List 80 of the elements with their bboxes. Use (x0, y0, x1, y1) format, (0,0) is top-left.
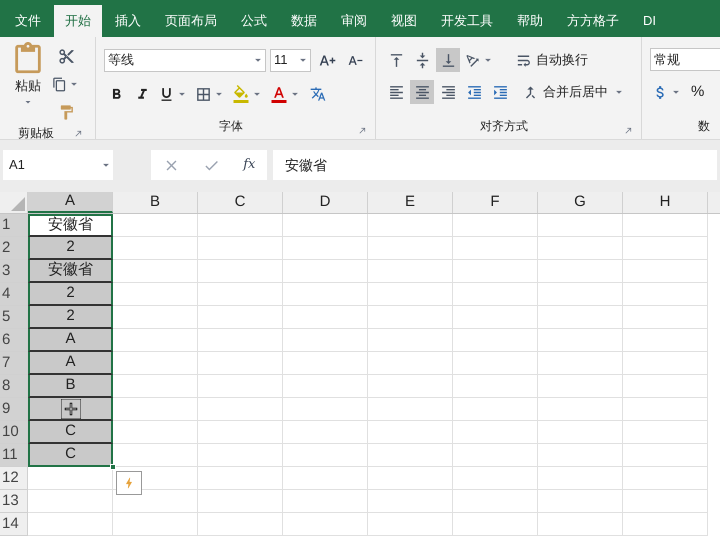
vertical-align-button[interactable] (436, 48, 460, 72)
row-header[interactable]: 3 (0, 260, 28, 283)
table-cell[interactable]: 2 (28, 237, 113, 260)
horizontal-align-button[interactable] (410, 80, 434, 104)
row-header[interactable]: 7 (0, 352, 28, 375)
table-cell[interactable]: 2 (28, 283, 113, 306)
align-lines-icon (388, 84, 404, 100)
ribbon-tab[interactable]: 视图 (380, 5, 428, 37)
row-header[interactable]: 8 (0, 375, 28, 398)
row-header[interactable]: 13 (0, 490, 28, 513)
row-header[interactable]: 5 (0, 306, 28, 329)
row-header[interactable]: 6 (0, 329, 28, 352)
ribbon-tab[interactable]: 帮助 (506, 5, 554, 37)
group-label: 剪贴板 (17, 125, 54, 142)
fill-handle[interactable] (110, 464, 116, 470)
ribbon-tab[interactable]: 方方格子 (556, 5, 630, 37)
ribbon-tab[interactable]: 数据 (280, 5, 328, 37)
quick-analysis-button[interactable] (116, 471, 142, 495)
table-cell[interactable]: 安徽省 (28, 260, 113, 283)
column-header[interactable]: D (283, 192, 368, 213)
column-header[interactable]: B (113, 192, 198, 213)
wrap-text-button[interactable]: 自动换行 (515, 48, 588, 72)
table-cell[interactable]: A (28, 352, 113, 375)
insert-function-button[interactable]: fx (243, 155, 256, 175)
phonetic-icon (310, 86, 326, 102)
column-header[interactable]: E (368, 192, 453, 213)
ribbon-tab[interactable]: 开始 (54, 5, 102, 37)
fill-bucket-icon (232, 85, 250, 103)
column-header[interactable]: G (538, 192, 623, 213)
column-header[interactable]: C (198, 192, 283, 213)
corner-triangle-icon (11, 197, 25, 211)
ribbon-tab[interactable]: 公式 (230, 5, 278, 37)
scissors-icon (58, 48, 75, 64)
font-name-field[interactable]: 等线 (104, 48, 266, 72)
table-cell[interactable]: 2 (28, 306, 113, 329)
ribbon-tab[interactable]: 文件 (4, 5, 52, 37)
dialog-launcher-icon (624, 126, 633, 135)
row-header[interactable]: 14 (0, 513, 28, 536)
group-label: 字体 (219, 118, 243, 135)
align-lines-icon (414, 84, 430, 100)
dialog-launcher-icon (358, 126, 367, 135)
table-cell[interactable]: C (28, 421, 113, 444)
row-header[interactable]: 11 (0, 444, 28, 467)
row-header[interactable]: 2 (0, 237, 28, 260)
borders-icon (195, 86, 212, 102)
copy-icon (52, 76, 67, 92)
group-label: 数 (698, 118, 710, 135)
merge-center-button[interactable]: 合并后居中 (522, 80, 626, 104)
row-header[interactable]: 9 (0, 398, 28, 421)
group-label: 对齐方式 (480, 118, 528, 135)
paste-button[interactable]: 粘贴 (10, 42, 46, 124)
ribbon-tab[interactable]: 开发工具 (430, 5, 504, 37)
formula-input[interactable]: 安徽省 (273, 150, 717, 180)
ribbon-tab[interactable]: 审阅 (330, 5, 378, 37)
table-cell[interactable]: C (28, 444, 113, 467)
percent-button[interactable]: % (689, 80, 706, 104)
name-box[interactable]: A1 (3, 150, 113, 180)
align-lines-icon (440, 84, 456, 100)
indent-icon (492, 84, 508, 100)
ribbon-tab[interactable]: 页面布局 (154, 5, 228, 37)
row-header[interactable]: 12 (0, 467, 28, 490)
cursor-icon (60, 398, 80, 418)
row-header[interactable]: 10 (0, 421, 28, 444)
row-header[interactable]: 4 (0, 283, 28, 306)
number-format-field[interactable]: 常规 (650, 48, 720, 71)
table-cell[interactable] (28, 398, 113, 421)
ribbon-tab[interactable]: DI (632, 5, 667, 37)
table-cell[interactable]: A (28, 329, 113, 352)
font-color-icon (270, 85, 288, 103)
column-header[interactable]: F (453, 192, 538, 213)
column-header[interactable]: A (28, 192, 113, 213)
paintbrush-icon (58, 104, 75, 120)
font-size-field[interactable]: 11 (270, 48, 311, 72)
table-cell[interactable]: 安徽省 (28, 214, 113, 237)
column-header[interactable]: H (623, 192, 708, 213)
row-header[interactable]: 1 (0, 214, 28, 237)
indent-icon (466, 84, 482, 100)
ribbon-tab[interactable]: 插入 (104, 5, 152, 37)
dialog-launcher-icon (74, 128, 83, 138)
table-cell[interactable]: B (28, 375, 113, 398)
